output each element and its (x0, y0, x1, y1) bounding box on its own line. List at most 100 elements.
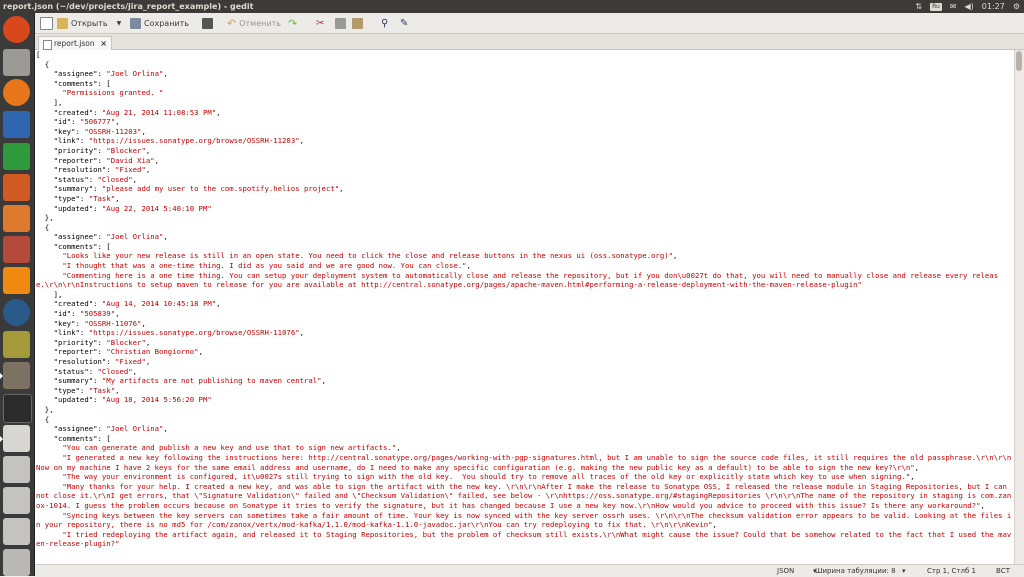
code-line: "key": "OSSRH-11203", (36, 126, 146, 136)
search-icon: ⚲ (381, 17, 389, 29)
print-icon (202, 17, 213, 29)
save-button-label: Сохранить (144, 18, 189, 28)
code-line: "reporter": "Christian Bongiorno", (36, 347, 203, 357)
code-line: "status": "Closed", (36, 366, 138, 376)
terminal-icon[interactable] (3, 394, 32, 423)
close-icon[interactable]: × (100, 37, 107, 50)
software-center-icon[interactable] (3, 205, 30, 232)
trash-icon[interactable] (3, 549, 30, 576)
code-line: { (44, 222, 50, 232)
copy-button[interactable] (335, 16, 346, 30)
vertical-scrollbar[interactable] (1014, 50, 1024, 564)
code-line: "key": "OSSRH-11076", (36, 318, 146, 328)
tab-width-selector[interactable]: Ширина табуляции: 8 (815, 565, 896, 577)
clock[interactable]: 01:27 (982, 0, 1005, 13)
updater-icon[interactable] (3, 331, 30, 358)
top-panel: report.json (~/dev/projects/jira_report_… (0, 0, 1024, 13)
cut-icon: ✂ (316, 17, 325, 29)
document-text[interactable]: [ { "assignee": "Joel Orlina", "comments… (35, 50, 1015, 549)
code-line: "comments": [ (53, 241, 111, 251)
print-button[interactable] (202, 16, 213, 30)
code-line: "type": "Task", (36, 385, 120, 395)
code-line: "Commenting here is a one time thing. Yo… (36, 270, 999, 290)
power-icon[interactable]: ⚙ (1013, 0, 1020, 13)
network-icon[interactable]: ⇅ (915, 0, 922, 13)
files-icon[interactable] (3, 49, 30, 76)
cut-button[interactable]: ✂ (316, 16, 324, 30)
search-button[interactable]: ⚲ (381, 16, 388, 30)
volume-icon[interactable]: ◀) (964, 0, 973, 13)
text-editor[interactable]: [ { "assignee": "Joel Orlina", "comments… (35, 50, 1015, 564)
code-line: "assignee": "Joel Orlina", (36, 69, 168, 79)
redo-button[interactable]: ↷ (288, 16, 297, 30)
save-icon (130, 17, 141, 29)
impress-icon[interactable] (3, 174, 30, 201)
window-title: report.json (~/dev/projects/jira_report_… (3, 2, 254, 11)
replace-icon: ✎ (400, 17, 409, 29)
ubuntu-dash-icon[interactable] (3, 16, 30, 43)
code-line: "updated": "Aug 18, 2014 5:56:20 PM" (36, 395, 212, 405)
chevron-down-icon[interactable]: ▼ (117, 20, 122, 27)
code-line: "comments": [ (53, 433, 111, 443)
undo-icon: ↶ (227, 16, 237, 30)
code-line: "type": "Task", (36, 193, 120, 203)
firefox-icon[interactable] (3, 79, 30, 106)
code-line: "summary": "please add my user to the co… (36, 184, 344, 194)
code-line: ], (53, 289, 63, 299)
editor-icon[interactable] (0, 425, 30, 452)
new-document-icon (40, 16, 53, 30)
code-line: ], (53, 97, 63, 107)
toolbar: Открыть ▼ Сохранить ↶ Отменить ↷ ✂ ⚲ ✎ (35, 13, 1024, 34)
code-line: "created": "Aug 21, 2014 11:08:53 PM", (36, 107, 221, 117)
gimp-icon[interactable] (0, 362, 30, 389)
tab-label: report.json (54, 39, 95, 48)
code-line: "link": "https://issues.sonatype.org/bro… (36, 328, 305, 338)
code-line: "resolution": "Fixed", (36, 357, 151, 366)
new-document-button[interactable] (40, 16, 53, 30)
code-line: "link": "https://issues.sonatype.org/bro… (36, 136, 305, 146)
code-line: "comments": [ (53, 78, 111, 88)
tab-report-json[interactable]: report.json × (38, 36, 112, 50)
redo-icon: ↷ (288, 16, 298, 30)
code-line: "resolution": "Fixed", (36, 165, 151, 175)
paste-button[interactable] (352, 16, 363, 30)
code-line: "updated": "Aug 22, 2014 5:40:10 PM" (36, 203, 212, 213)
code-line: "Many thanks for your help. I created a … (36, 481, 1012, 510)
code-line: "summary": "My artifacts are not publish… (36, 376, 326, 386)
keyboard-layout[interactable]: Ru (930, 2, 942, 11)
replace-button[interactable]: ✎ (400, 16, 408, 30)
save-button[interactable]: Сохранить (130, 16, 189, 30)
scrollbar-thumb[interactable] (1016, 51, 1022, 71)
code-line: "I tried redeploying the artifact again,… (36, 529, 1012, 549)
insert-mode: ВСТ (996, 567, 1010, 575)
launcher (0, 13, 35, 576)
code-line: "assignee": "Joel Orlina", (36, 232, 168, 242)
browser-icon[interactable] (3, 299, 30, 326)
drive-icon[interactable] (3, 487, 30, 514)
status-bar: JSON ▾ Ширина табуляции: 8 ▾ Стр 1, Стлб… (35, 564, 1024, 577)
tab-width-dropdown-icon[interactable]: ▾ (902, 565, 906, 577)
calc-icon[interactable] (3, 143, 30, 170)
undo-button[interactable]: ↶ Отменить (227, 16, 281, 30)
open-button-label: Открыть (71, 18, 108, 28)
code-line: }, (44, 404, 54, 414)
writer-icon[interactable] (3, 111, 30, 138)
drive-icon[interactable] (3, 518, 30, 545)
code-line: "assignee": "Joel Orlina", (36, 424, 168, 434)
code-line: "created": "Aug 14, 2014 10:45:18 PM", (36, 299, 221, 309)
code-line: "Looks like your new release is still in… (62, 251, 678, 261)
language-selector[interactable]: JSON (777, 565, 794, 577)
code-line: [ (36, 50, 41, 59)
code-line: "status": "Closed", (36, 174, 138, 184)
mail-icon[interactable]: ✉ (950, 0, 957, 13)
paste-icon (352, 17, 363, 29)
drive-icon[interactable] (3, 456, 30, 483)
settings-icon[interactable] (3, 236, 30, 263)
open-button[interactable]: Открыть ▼ (57, 16, 121, 30)
code-line: "Syncing keys between the key servers ca… (36, 510, 1012, 530)
copy-icon (335, 17, 346, 29)
code-line: "Permissions granted. " (62, 88, 164, 98)
system-tray: ⇅ Ru ✉ ◀) 01:27 ⚙ (915, 0, 1020, 13)
vlc-icon[interactable] (3, 267, 30, 294)
code-line: "priority": "Blocker", (36, 337, 151, 347)
